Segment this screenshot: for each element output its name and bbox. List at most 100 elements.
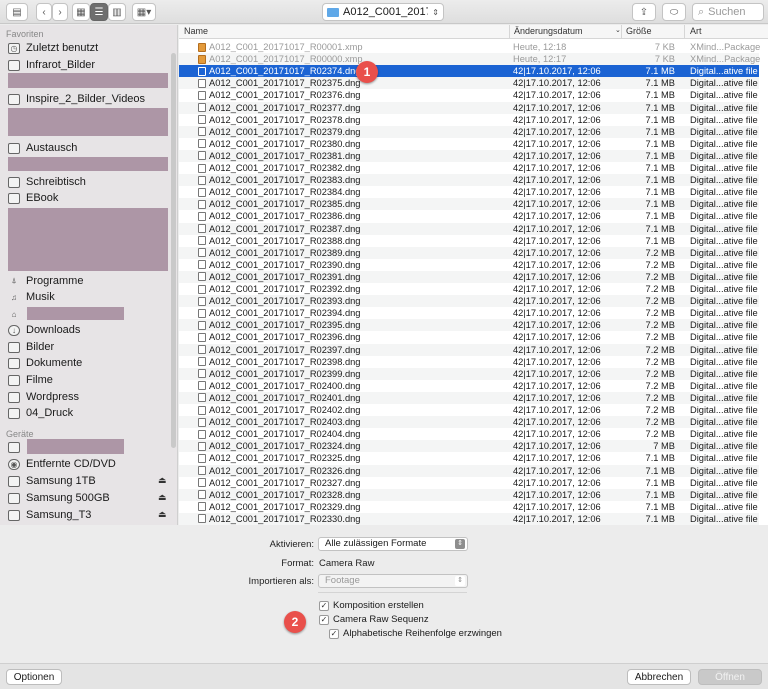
table-row[interactable]: A012_C001_20171017_R02390.dng 42|17.10.20… xyxy=(179,259,759,271)
table-row[interactable]: A012_C001_20171017_R02395.dng 42|17.10.20… xyxy=(179,319,759,332)
sidebar-item-home[interactable]: ⌂ xyxy=(8,307,20,321)
table-row[interactable]: A012_C001_20171017_R02375.dng 42|17.10.20… xyxy=(179,77,759,90)
table-row[interactable]: A012_C001_20171017_R02393.dng 42|17.10.20… xyxy=(179,295,759,308)
options-button[interactable]: Optionen xyxy=(6,669,62,685)
sidebar-item-wordpress[interactable]: Wordpress xyxy=(8,390,79,404)
sidebar-device-samsung-500gb[interactable]: Samsung 500GB xyxy=(8,491,110,505)
table-row[interactable]: A012_C001_20171017_R02327.dng 42|17.10.20… xyxy=(179,477,759,489)
list-header: Name Änderungsdatum ⌄ Größe Art xyxy=(179,25,768,39)
sidebar-item-downloads[interactable]: ↓ Downloads xyxy=(8,323,80,337)
table-row[interactable]: A012_C001_20171017_R00000.xmp Heute, 12:1… xyxy=(179,53,760,66)
xmp-file-icon xyxy=(198,42,206,52)
file-size: 7.1 MB xyxy=(645,199,675,210)
sidebar-item-infrarot[interactable]: Infrarot_Bilder xyxy=(8,58,95,72)
sidebar-device-samsung-1tb[interactable]: Samsung 1TB xyxy=(8,474,96,488)
sidebar-item-desktop[interactable]: Schreibtisch xyxy=(8,175,86,189)
sidebar-device-samsung-t3[interactable]: Samsung_T3 xyxy=(8,508,91,522)
sidebar-item-dokumente[interactable]: Dokumente xyxy=(8,356,82,370)
sidebar-item-inspire[interactable]: Inspire_2_Bilder_Videos xyxy=(8,92,145,106)
table-row[interactable]: A012_C001_20171017_R02377.dng 42|17.10.20… xyxy=(179,101,759,114)
sidebar-item-bilder[interactable]: Bilder xyxy=(8,340,54,354)
list-view-icon[interactable]: ☰ xyxy=(90,3,108,21)
composition-checkbox[interactable]: ✓ Komposition erstellen xyxy=(319,600,424,611)
table-row[interactable]: A012_C001_20171017_R02325.dng 42|17.10.20… xyxy=(179,452,759,464)
sidebar-toggle-icon[interactable]: ▤ xyxy=(6,3,28,21)
table-row[interactable]: A012_C001_20171017_R02383.dng 42|17.10.20… xyxy=(179,174,759,187)
group-view-icon[interactable]: ▦▾ xyxy=(132,3,156,21)
table-row[interactable]: A012_C001_20171017_R02329.dng 42|17.10.20… xyxy=(179,501,759,513)
table-row[interactable]: A012_C001_20171017_R02402.dng 42|17.10.20… xyxy=(179,404,759,416)
sidebar-scrollbar[interactable] xyxy=(171,53,176,448)
chevron-updown-icon: ⇕ xyxy=(455,539,465,549)
sidebar-item-austausch[interactable]: Austausch xyxy=(8,141,77,155)
location-popup[interactable]: A012_C001_201710... ⇕ xyxy=(322,3,444,21)
table-row[interactable]: A012_C001_20171017_R02385.dng 42|17.10.20… xyxy=(179,198,759,211)
column-header-size[interactable]: Größe xyxy=(626,26,652,36)
search-field[interactable]: ⌕ Suchen xyxy=(692,3,764,21)
table-row[interactable]: A012_C001_20171017_R02381.dng 42|17.10.20… xyxy=(179,149,759,162)
table-row[interactable]: A012_C001_20171017_R02382.dng 42|17.10.20… xyxy=(179,162,759,174)
table-row[interactable]: A012_C001_20171017_R02387.dng 42|17.10.20… xyxy=(179,222,759,235)
file-list[interactable]: Name Änderungsdatum ⌄ Größe Art A012_C00… xyxy=(179,25,768,525)
sidebar-item-druck[interactable]: 04_Druck xyxy=(8,406,73,420)
column-header-date[interactable]: Änderungsdatum xyxy=(514,26,583,36)
file-date: 42|17.10.2017, 12:06 xyxy=(513,392,601,403)
table-row[interactable]: A012_C001_20171017_R02397.dng 42|17.10.20… xyxy=(179,343,759,356)
sidebar-item-recent[interactable]: ◷ Zuletzt benutzt xyxy=(8,41,98,55)
redacted-item xyxy=(8,157,168,171)
table-row[interactable]: A012_C001_20171017_R02396.dng 42|17.10.20… xyxy=(179,331,759,343)
table-row[interactable]: A012_C001_20171017_R02401.dng 42|17.10.20… xyxy=(179,391,759,404)
file-size: 7.2 MB xyxy=(645,332,675,343)
table-row[interactable]: A012_C001_20171017_R02374.dng 42|17.10.20… xyxy=(179,65,759,78)
sidebar-item-filme[interactable]: Filme xyxy=(8,373,53,387)
open-button[interactable]: Öffnen xyxy=(698,669,762,685)
table-row[interactable]: A012_C001_20171017_R02389.dng 42|17.10.20… xyxy=(179,246,759,259)
sidebar-item-ebook[interactable]: EBook xyxy=(8,191,58,205)
table-row[interactable]: A012_C001_20171017_R02388.dng 42|17.10.20… xyxy=(179,235,759,247)
sidebar-item-musik[interactable]: ♫ Musik xyxy=(8,290,55,304)
checkmark-icon: ✓ xyxy=(319,614,329,625)
table-row[interactable]: A012_C001_20171017_R02379.dng 42|17.10.20… xyxy=(179,125,759,138)
table-row[interactable]: A012_C001_20171017_R02392.dng 42|17.10.20… xyxy=(179,283,759,295)
column-view-icon[interactable]: ▥ xyxy=(108,3,126,21)
column-header-name[interactable]: Name xyxy=(184,26,208,36)
table-row[interactable]: A012_C001_20171017_R02398.dng 42|17.10.20… xyxy=(179,356,759,368)
table-row[interactable]: A012_C001_20171017_R02400.dng 42|17.10.20… xyxy=(179,380,759,392)
file-size: 7.2 MB xyxy=(645,405,675,415)
table-row[interactable]: A012_C001_20171017_R02404.dng 42|17.10.20… xyxy=(179,428,759,440)
alphabetical-order-checkbox[interactable]: ✓ Alphabetische Reihenfolge erzwingen xyxy=(329,628,502,639)
eject-icon[interactable]: ⏏ xyxy=(158,492,167,503)
file-size: 7.2 MB xyxy=(645,259,675,270)
table-row[interactable]: A012_C001_20171017_R00001.xmp Heute, 12:1… xyxy=(179,41,760,53)
table-row[interactable]: A012_C001_20171017_R02330.dng 42|17.10.20… xyxy=(179,512,759,525)
table-row[interactable]: A012_C001_20171017_R02324.dng 42|17.10.20… xyxy=(179,440,759,453)
table-row[interactable]: A012_C001_20171017_R02378.dng 42|17.10.20… xyxy=(179,114,759,126)
sidebar-item-programme[interactable]: ⍋ Programme xyxy=(8,274,84,288)
table-row[interactable]: A012_C001_20171017_R02380.dng 42|17.10.20… xyxy=(179,138,759,150)
file-size: 7.1 MB xyxy=(645,501,675,512)
icon-view-icon[interactable]: ▦ xyxy=(72,3,90,21)
table-row[interactable]: A012_C001_20171017_R02386.dng 42|17.10.20… xyxy=(179,210,759,222)
file-kind: Digital...ative file xyxy=(690,332,758,343)
share-icon[interactable]: ⇪ xyxy=(632,3,656,21)
import-as-popup[interactable]: Footage ⇕ xyxy=(318,574,468,588)
eject-icon[interactable]: ⏏ xyxy=(158,475,167,486)
tag-icon[interactable]: ⬭ xyxy=(662,3,686,21)
eject-icon[interactable]: ⏏ xyxy=(158,509,167,520)
forward-icon[interactable]: › xyxy=(52,3,68,21)
enable-popup[interactable]: Alle zulässigen Formate ⇕ xyxy=(318,537,468,551)
sidebar-device-dvd[interactable]: ◉ Entfernte CD/DVD xyxy=(8,457,116,471)
sidebar-device-mac[interactable] xyxy=(8,440,20,454)
cancel-button[interactable]: Abbrechen xyxy=(627,669,691,685)
camera-raw-sequence-checkbox[interactable]: ✓ Camera Raw Sequenz xyxy=(319,614,429,625)
table-row[interactable]: A012_C001_20171017_R02376.dng 42|17.10.20… xyxy=(179,89,759,101)
table-row[interactable]: A012_C001_20171017_R02326.dng 42|17.10.20… xyxy=(179,464,759,477)
back-icon[interactable]: ‹ xyxy=(36,3,52,21)
table-row[interactable]: A012_C001_20171017_R02394.dng 42|17.10.20… xyxy=(179,307,759,319)
column-header-kind[interactable]: Art xyxy=(690,26,702,36)
table-row[interactable]: A012_C001_20171017_R02403.dng 42|17.10.20… xyxy=(179,416,759,429)
table-row[interactable]: A012_C001_20171017_R02399.dng 42|17.10.20… xyxy=(179,367,759,380)
table-row[interactable]: A012_C001_20171017_R02391.dng 42|17.10.20… xyxy=(179,270,759,283)
table-row[interactable]: A012_C001_20171017_R02328.dng 42|17.10.20… xyxy=(179,488,759,501)
table-row[interactable]: A012_C001_20171017_R02384.dng 42|17.10.20… xyxy=(179,186,759,198)
